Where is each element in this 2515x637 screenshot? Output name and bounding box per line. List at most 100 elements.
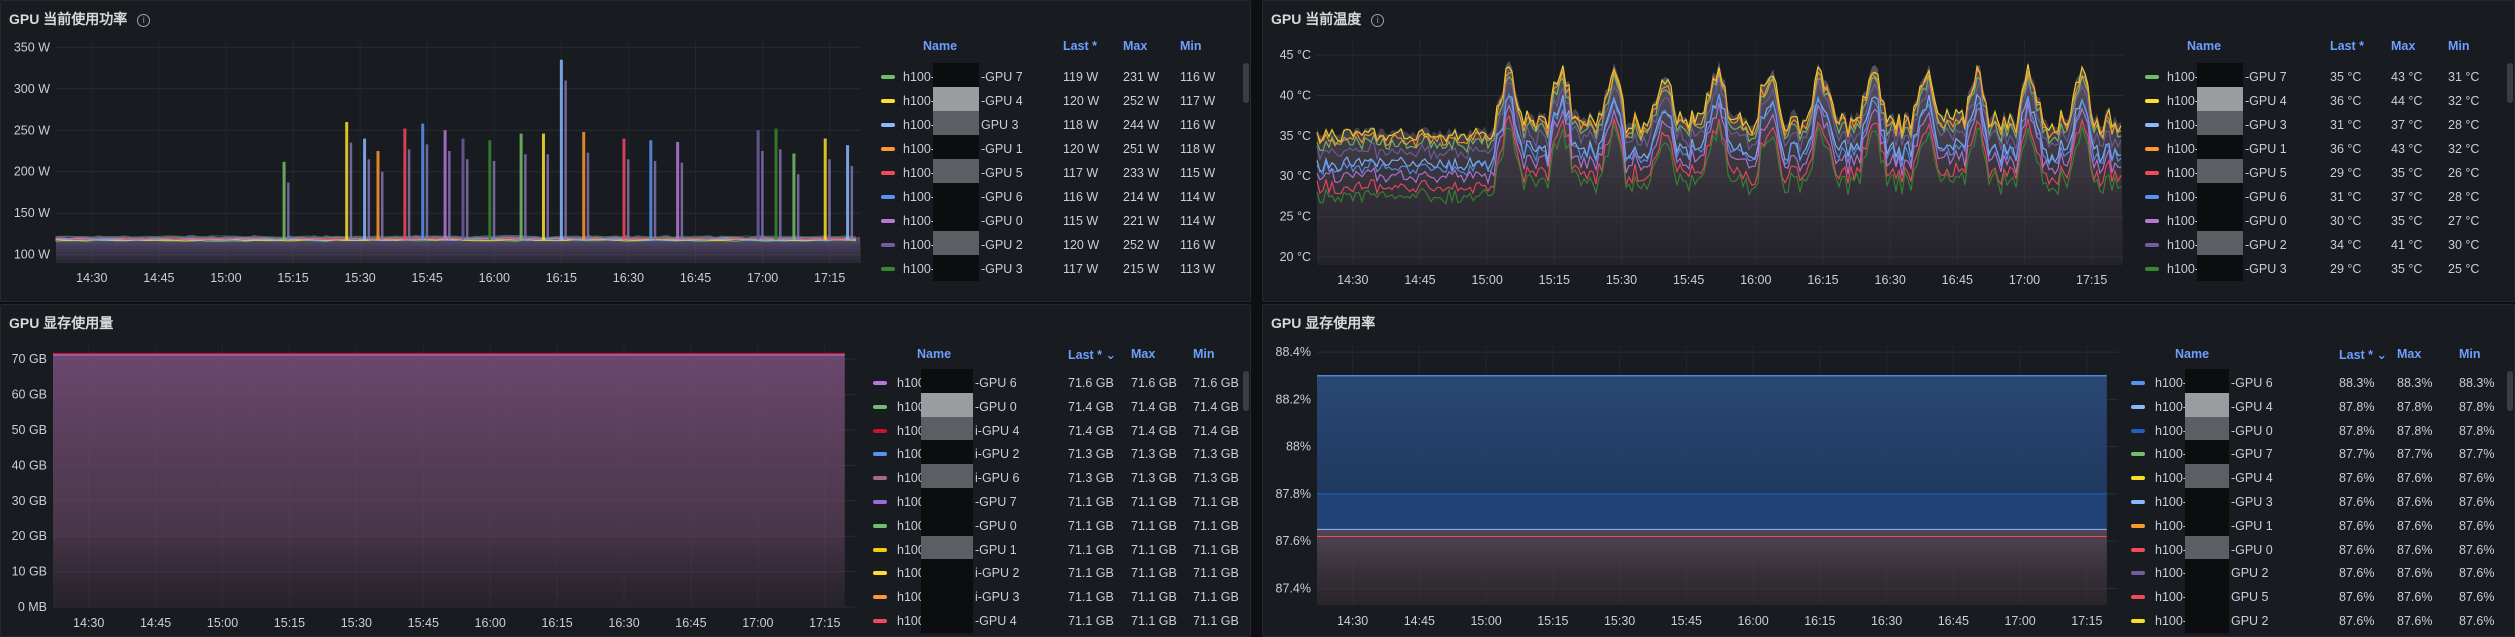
series-color-swatch[interactable] <box>2145 99 2159 103</box>
legend-row[interactable]: h100- -GPU 5 29 °C 35 °C 26 °C <box>2135 161 2514 185</box>
legend-header-min[interactable]: Min <box>1193 347 1215 367</box>
legend-row[interactable]: h100- -GPU 1 36 °C 43 °C 32 °C <box>2135 137 2514 161</box>
series-color-swatch[interactable] <box>873 595 887 600</box>
legend-row[interactable]: h100- -GPU 6 31 °C 37 °C 28 °C <box>2135 185 2514 209</box>
series-color-swatch[interactable] <box>2131 404 2145 409</box>
series-color-swatch[interactable] <box>881 123 895 127</box>
legend-row[interactable]: h100- GPU 2 87.6% 87.6% 87.6% <box>2121 609 2514 633</box>
legend-row[interactable]: h100- -GPU 7 35 °C 43 °C 31 °C <box>2135 65 2514 89</box>
series-color-swatch[interactable] <box>881 99 895 103</box>
legend-row[interactable]: h100- -GPU 0 115 W 221 W 114 W <box>871 209 1250 233</box>
series-color-swatch[interactable] <box>2131 547 2145 552</box>
legend-row[interactable]: h100- -GPU 4 120 W 252 W 117 W <box>871 89 1250 113</box>
series-color-swatch[interactable] <box>873 619 887 623</box>
legend-header-name[interactable]: Name <box>2175 347 2209 367</box>
series-color-swatch[interactable] <box>873 571 887 576</box>
series-color-swatch[interactable] <box>873 523 887 528</box>
legend-row[interactable]: h100- GPU 2 87.6% 87.6% 87.6% <box>2121 561 2514 585</box>
legend-row[interactable]: h100- -GPU 3 87.6% 87.6% 87.6% <box>2121 490 2514 514</box>
legend-row[interactable]: h100-l -GPU 6 88.3% 88.3% 88.3% <box>2121 371 2514 395</box>
legend-header-name[interactable]: Name <box>2187 39 2221 59</box>
legend-row[interactable]: h100- -GPU 3 29 °C 35 °C 25 °C <box>2135 257 2514 281</box>
legend-scrollbar[interactable] <box>1243 63 1249 103</box>
panel-gpu-temperature[interactable]: GPU 当前温度 i 20 °C 25 °C 30 °C 35 °C 40 °C 45 °C… <box>1262 0 2515 302</box>
legend-row[interactable]: h100- -GPU 4 87.8% 87.8% 87.8% <box>2121 395 2514 419</box>
series-color-swatch[interactable] <box>881 195 895 199</box>
series-color-swatch[interactable] <box>873 452 887 457</box>
series-color-swatch[interactable] <box>2145 267 2159 271</box>
legend-row[interactable]: h100- -GPU 3 31 °C 37 °C 28 °C <box>2135 113 2514 137</box>
series-color-swatch[interactable] <box>881 267 895 271</box>
series-color-swatch[interactable] <box>873 500 887 504</box>
legend-row[interactable]: h100- GPU 3 118 W 244 W 116 W <box>871 113 1250 137</box>
legend-header-name[interactable]: Name <box>923 39 957 59</box>
legend-header-max[interactable]: Max <box>2397 347 2421 367</box>
legend-row[interactable]: h100- -GPU 3 117 W 215 W 113 W <box>871 257 1250 281</box>
legend-row[interactable]: h100- -GPU 2 120 W 252 W 116 W <box>871 233 1250 257</box>
series-color-swatch[interactable] <box>881 243 895 247</box>
series-color-swatch[interactable] <box>2131 500 2145 504</box>
legend-header-max[interactable]: Max <box>1123 39 1147 59</box>
series-color-swatch[interactable] <box>873 547 887 552</box>
series-color-swatch[interactable] <box>2145 219 2159 223</box>
series-color-swatch[interactable] <box>2131 523 2145 528</box>
legend-row[interactable]: h100- GPU 5 87.6% 87.6% 87.6% <box>2121 585 2514 609</box>
series-color-swatch[interactable] <box>881 219 895 223</box>
series-color-swatch[interactable] <box>2145 195 2159 199</box>
series-color-swatch[interactable] <box>2131 428 2145 433</box>
series-color-swatch[interactable] <box>2145 243 2159 247</box>
series-color-swatch[interactable] <box>873 476 887 481</box>
legend-row[interactable]: h100- -GPU 4 87.6% 87.6% 87.6% <box>2121 466 2514 490</box>
legend-scrollbar[interactable] <box>2507 371 2513 411</box>
legend-row[interactable]: h100- -GPU 7 87.7% 87.7% 87.7% <box>2121 442 2514 466</box>
series-color-swatch[interactable] <box>881 147 895 151</box>
legend-header-min[interactable]: Min <box>2459 347 2481 367</box>
legend-row[interactable]: h100- -GPU 7 119 W 231 W 116 W <box>871 65 1250 89</box>
legend-row[interactable]: h100- -GPU 5 117 W 233 W 115 W <box>871 161 1250 185</box>
panel-gpu-power[interactable]: GPU 当前使用功率 i 100 W 150 W 200 W 250 W 300 W 350… <box>0 0 1251 302</box>
series-color-swatch[interactable] <box>2131 381 2145 385</box>
panel-gpu-memory-rate[interactable]: GPU 显存使用率 87.4% 87.6% 87.8% 88% 88.2% 88.4% 14… <box>1262 304 2515 637</box>
series-color-swatch[interactable] <box>873 428 887 433</box>
legend-scrollbar[interactable] <box>2507 63 2513 103</box>
legend-row[interactable]: h100- -GPU 0 87.6% 87.6% 87.6% <box>2121 538 2514 562</box>
series-color-swatch[interactable] <box>873 381 887 385</box>
legend-header-name[interactable]: Name <box>917 347 951 367</box>
legend-scrollbar[interactable] <box>1243 371 1249 411</box>
series-max-value: 88.3% <box>2397 376 2433 390</box>
legend-header-last[interactable]: Last * ⌄ <box>1068 347 1116 367</box>
legend-row[interactable]: h100- -GPU 6 116 W 214 W 114 W <box>871 185 1250 209</box>
series-color-swatch[interactable] <box>881 75 895 79</box>
legend-row[interactable]: h100- -GPU 1 120 W 251 W 118 W <box>871 137 1250 161</box>
legend-header-last[interactable]: Last * <box>2330 39 2364 59</box>
legend-row[interactable]: h100- -GPU 4 36 °C 44 °C 32 °C <box>2135 89 2514 113</box>
panel-gpu-memory-used[interactable]: GPU 显存使用量 0 MB 10 GB 20 GB 30 GB 40 GB 50 GB 6… <box>0 304 1251 637</box>
series-color-swatch[interactable] <box>2145 123 2159 127</box>
series-color-swatch[interactable] <box>881 171 895 175</box>
legend-header-min[interactable]: Min <box>2448 39 2470 59</box>
legend-header-min[interactable]: Min <box>1180 39 1202 59</box>
legend-header-last[interactable]: Last * ⌄ <box>2339 347 2387 367</box>
series-last-value: 117 W <box>1063 166 1099 180</box>
redacted-hostname <box>2197 87 2243 113</box>
spike <box>626 159 630 240</box>
series-color-swatch[interactable] <box>2145 147 2159 151</box>
legend-row[interactable]: h100- -GPU 2 34 °C 41 °C 30 °C <box>2135 233 2514 257</box>
legend-header-max[interactable]: Max <box>2391 39 2415 59</box>
series-color-swatch[interactable] <box>2131 476 2145 481</box>
series-color-swatch[interactable] <box>2145 171 2159 175</box>
legend-row[interactable]: h100- -GPU 1 87.6% 87.6% 87.6% <box>2121 514 2514 538</box>
legend-row[interactable]: h100- -GPU 0 30 °C 35 °C 27 °C <box>2135 209 2514 233</box>
x-tick-label: 16:00 <box>1737 614 1768 628</box>
legend-header-last[interactable]: Last * <box>1063 39 1097 59</box>
series-color-swatch[interactable] <box>2131 571 2145 576</box>
y-tick-label: 30 °C <box>1280 169 1311 183</box>
legend-header-max[interactable]: Max <box>1131 347 1155 367</box>
series-color-swatch[interactable] <box>2131 595 2145 600</box>
series-color-swatch[interactable] <box>2131 619 2145 623</box>
series-last-value: 87.8% <box>2339 423 2375 438</box>
series-color-swatch[interactable] <box>2145 75 2159 79</box>
legend-row[interactable]: h100- -GPU 0 87.8% 87.8% 87.8% <box>2121 419 2514 443</box>
series-color-swatch[interactable] <box>2131 452 2145 457</box>
series-color-swatch[interactable] <box>873 404 887 409</box>
